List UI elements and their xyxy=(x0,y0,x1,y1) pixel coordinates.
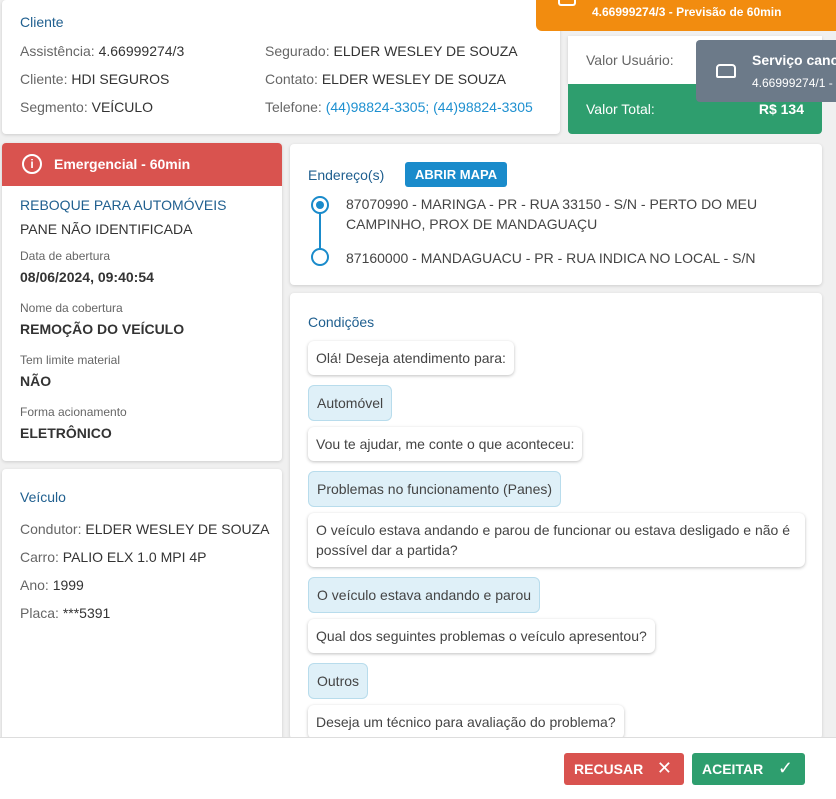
carro-label: Carro: xyxy=(20,549,59,565)
endereco-card: Endereço(s) ABRIR MAPA 87070990 - MARING… xyxy=(290,144,822,285)
segurado-row: Segurado: ELDER WESLEY DE SOUZA xyxy=(265,43,518,59)
origem-address: 87070990 - MARINGA - PR - RUA 33150 - S/… xyxy=(346,194,757,234)
contato-row: Contato: ELDER WESLEY DE SOUZA xyxy=(265,71,506,87)
condutor-row: Condutor: ELDER WESLEY DE SOUZA xyxy=(20,521,270,537)
valor-total-value: R$ 134 xyxy=(758,101,804,117)
segurado-value: ELDER WESLEY DE SOUZA xyxy=(333,43,518,59)
condicoes-title: Condições xyxy=(308,314,375,330)
footer-bar: RECUSAR ✕ ACEITAR ✓ xyxy=(0,737,836,799)
destino-address: 87160000 - MANDAGUACU - PR - RUA INDICA … xyxy=(346,250,756,266)
telefone-row: Telefone: (44)98824-3305; (44)98824-3305 xyxy=(265,99,533,115)
info-icon: i xyxy=(22,154,42,174)
assistencia-value: 4.66999274/3 xyxy=(98,43,185,59)
chat-user-message: Automóvel xyxy=(308,385,393,421)
cobertura-label: Nome da cobertura xyxy=(20,301,123,315)
contato-value: ELDER WESLEY DE SOUZA xyxy=(321,71,506,87)
emergencial-card: i Emergencial - 60min REBOQUE PARA AUTOM… xyxy=(2,143,282,461)
check-icon: ✓ xyxy=(777,758,793,778)
cliente-title: Cliente xyxy=(20,14,64,30)
cliente-value: HDI SEGUROS xyxy=(71,71,170,87)
endereco-title: Endereço(s) xyxy=(308,167,385,183)
cliente-row: Cliente: HDI SEGUROS xyxy=(20,71,169,87)
assistencia-row: Assistência: 4.66999274/3 xyxy=(20,43,184,59)
forma-value: ELETRÔNICO xyxy=(20,425,112,441)
data-value: 08/06/2024, 09:40:54 xyxy=(20,269,154,285)
chat-bot-message: Qual dos seguintes problemas o veículo a… xyxy=(308,619,655,653)
limite-label: Tem limite material xyxy=(20,353,121,367)
limite-value: NÃO xyxy=(20,373,52,389)
chat-bot-message: Vou te ajudar, me conte o que aconteceu: xyxy=(308,427,583,461)
toast-title: Serviço cancelado xyxy=(752,52,836,68)
origem-line1: 87070990 - MARINGA - PR - RUA 33150 - S/… xyxy=(346,196,758,212)
veiculo-title: Veículo xyxy=(20,489,66,505)
recusar-label: RECUSAR xyxy=(574,761,644,777)
chat-user-message: O veículo estava andando e parou xyxy=(308,577,541,613)
segmento-value: VEÍCULO xyxy=(91,99,154,115)
recusar-button[interactable]: RECUSAR ✕ xyxy=(564,753,684,785)
ano-label: Ano: xyxy=(20,577,49,593)
placa-label: Placa: xyxy=(20,605,59,621)
servico-name: REBOQUE PARA AUTOMÓVEIS xyxy=(20,197,227,213)
segmento-label: Segmento: xyxy=(20,99,88,115)
tow-truck-icon xyxy=(558,0,576,6)
telefone-link[interactable]: (44)98824-3305; (44)98824-3305 xyxy=(326,99,533,115)
chat-user-message: Problemas no funcionamento (Panes) xyxy=(308,471,562,507)
assistencia-label: Assistência: xyxy=(20,43,95,59)
problema-name: PANE NÃO IDENTIFICADA xyxy=(20,221,193,237)
chat-bot-message: O veículo estava andando e parou de func… xyxy=(308,513,805,567)
condutor-value: ELDER WESLEY DE SOUZA xyxy=(85,521,270,537)
contato-label: Contato: xyxy=(265,71,318,87)
cliente-card: Cliente Assistência: 4.66999274/3 Client… xyxy=(2,0,560,134)
carro-value: PALIO ELX 1.0 MPI 4P xyxy=(62,549,207,565)
ano-value: 1999 xyxy=(52,577,84,593)
data-label: Data de abertura xyxy=(20,249,111,263)
segurado-label: Segurado: xyxy=(265,43,330,59)
service-banner: 4.66999274/3 - Previsão de 60min xyxy=(536,0,836,31)
valor-usuario-label: Valor Usuário: xyxy=(586,52,674,68)
placa-value: ***5391 xyxy=(62,605,111,621)
banner-text: 4.66999274/3 - Previsão de 60min xyxy=(592,5,781,19)
cancel-toast[interactable]: Serviço cancelado 4.66999274/1 - cancela… xyxy=(696,40,836,102)
aceitar-label: ACEITAR xyxy=(702,761,764,777)
cliente-label: Cliente: xyxy=(20,71,68,87)
route-line xyxy=(319,212,321,250)
aceitar-button[interactable]: ACEITAR ✓ xyxy=(692,753,805,785)
forma-label: Forma acionamento xyxy=(20,405,127,419)
cobertura-value: REMOÇÃO DO VEÍCULO xyxy=(20,321,185,337)
condutor-label: Condutor: xyxy=(20,521,82,537)
chat-bot-message: Deseja um técnico para avaliação do prob… xyxy=(308,705,624,739)
veiculo-card: Veículo Condutor: ELDER WESLEY DE SOUZA … xyxy=(2,469,282,749)
emergencial-title: Emergencial - 60min xyxy=(54,156,191,172)
placa-row: Placa: ***5391 xyxy=(20,605,110,621)
condicoes-card: Condições Olá! Deseja atendimento para: … xyxy=(290,293,822,739)
ano-row: Ano: 1999 xyxy=(20,577,84,593)
chat-bot-message: Olá! Deseja atendimento para: xyxy=(308,341,514,375)
carro-row: Carro: PALIO ELX 1.0 MPI 4P xyxy=(20,549,207,565)
valor-total-label: Valor Total: xyxy=(586,101,655,117)
destination-marker-icon xyxy=(311,248,329,266)
toast-subtitle: 4.66999274/1 - cancelado xyxy=(752,76,836,90)
chat-user-message: Outros xyxy=(308,663,369,699)
car-icon xyxy=(716,64,736,78)
telefone-label: Telefone: xyxy=(265,99,322,115)
close-icon: ✕ xyxy=(656,758,672,778)
segmento-row: Segmento: VEÍCULO xyxy=(20,99,153,115)
banner-previsao: - Previsão de 60min xyxy=(665,5,782,19)
origem-line2: CAMPINHO, PROX DE MANDAGUAÇU xyxy=(346,216,598,232)
abrir-mapa-button[interactable]: ABRIR MAPA xyxy=(405,162,508,187)
emergencial-header: i Emergencial - 60min xyxy=(2,143,282,186)
banner-id: 4.66999274/3 xyxy=(592,5,666,19)
